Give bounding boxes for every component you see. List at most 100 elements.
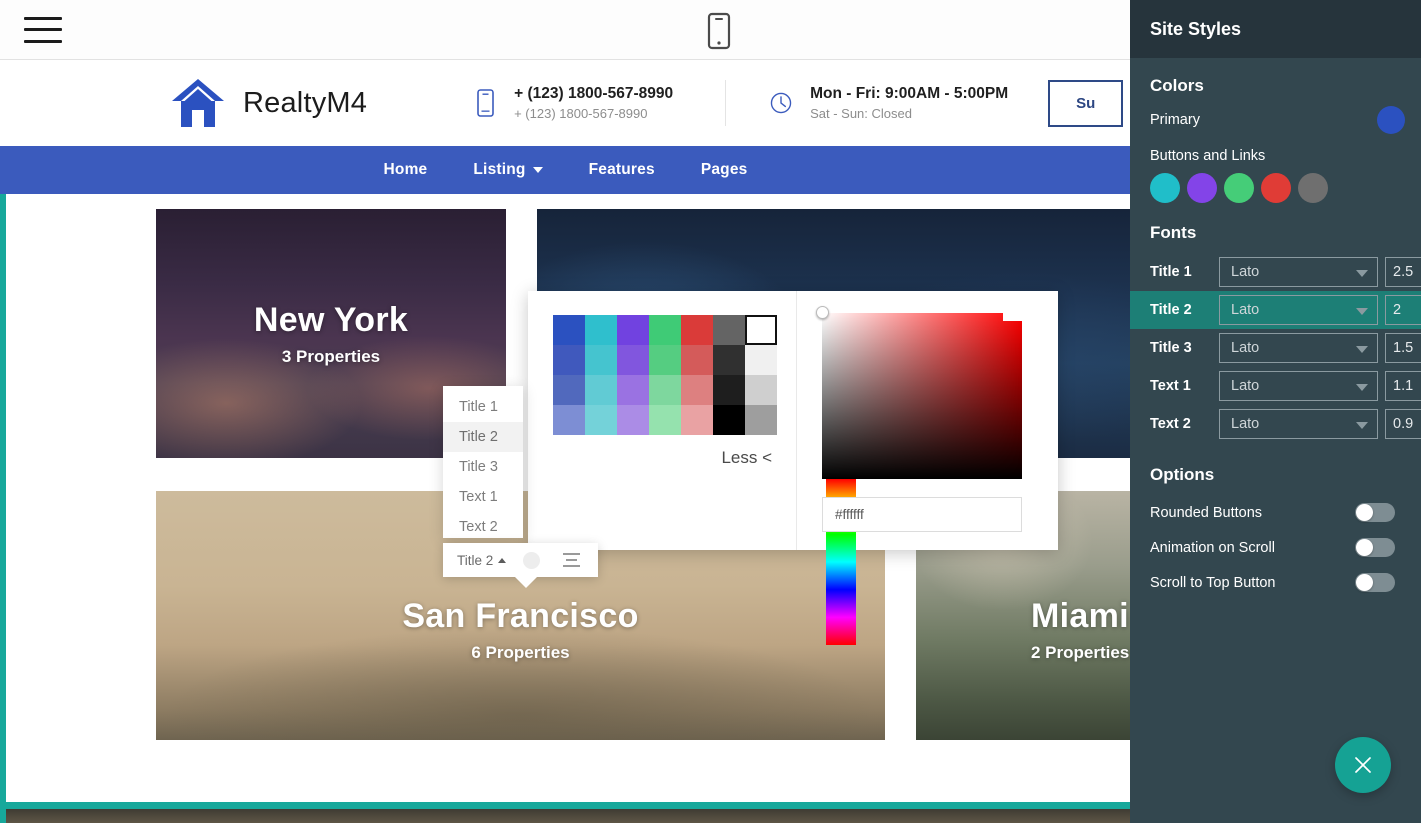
logo-area[interactable]: RealtyM4 bbox=[170, 77, 367, 129]
color-swatch[interactable] bbox=[713, 375, 745, 405]
close-panel-button[interactable] bbox=[1335, 737, 1391, 793]
color-swatch[interactable] bbox=[649, 375, 681, 405]
saturation-handle[interactable] bbox=[816, 306, 829, 319]
primary-color-row[interactable]: Primary bbox=[1150, 106, 1401, 134]
color-picker-popup[interactable]: Less < bbox=[528, 291, 1058, 550]
font-size-value: 2.5 bbox=[1393, 264, 1413, 280]
option-scroll-to-top[interactable]: Scroll to Top Button bbox=[1150, 565, 1401, 600]
site-header: RealtyM4 + (123) 1800-567-8990 + (123) 1… bbox=[0, 61, 1131, 145]
dropdown-item-title-3[interactable]: Title 3 bbox=[443, 452, 523, 482]
color-swatch-grid[interactable] bbox=[553, 315, 796, 435]
less-toggle[interactable]: Less < bbox=[721, 448, 772, 468]
hamburger-menu-icon[interactable] bbox=[24, 17, 62, 43]
color-swatch[interactable] bbox=[745, 405, 777, 435]
color-swatch[interactable] bbox=[713, 345, 745, 375]
rounded-buttons-toggle[interactable] bbox=[1355, 503, 1395, 522]
button-color-swatch[interactable] bbox=[1187, 173, 1217, 203]
color-swatch[interactable] bbox=[553, 375, 585, 405]
font-family-select[interactable]: Lato bbox=[1219, 409, 1378, 439]
color-swatch[interactable] bbox=[745, 375, 777, 405]
site-nav: Home Listing Features Pages bbox=[0, 146, 1131, 194]
text-align-icon[interactable] bbox=[563, 553, 580, 567]
scroll-to-top-toggle[interactable] bbox=[1355, 573, 1395, 592]
mobile-device-icon[interactable] bbox=[706, 12, 732, 50]
font-size-input[interactable]: 2.5 bbox=[1385, 257, 1421, 287]
font-size-input[interactable]: 0.9 bbox=[1385, 409, 1421, 439]
color-swatch[interactable] bbox=[681, 375, 713, 405]
option-animation-on-scroll[interactable]: Animation on Scroll bbox=[1150, 530, 1401, 565]
color-swatch[interactable] bbox=[553, 315, 585, 345]
font-row-title-2[interactable]: Title 2 Lato 2 bbox=[1130, 291, 1421, 329]
option-rounded-buttons[interactable]: Rounded Buttons bbox=[1150, 495, 1401, 530]
color-swatch[interactable] bbox=[713, 315, 745, 345]
color-dot-icon[interactable] bbox=[523, 552, 540, 569]
font-row-title-1[interactable]: Title 1 Lato 2.5 bbox=[1130, 253, 1421, 291]
dropdown-item-title-1[interactable]: Title 1 bbox=[443, 392, 523, 422]
color-swatch[interactable] bbox=[617, 405, 649, 435]
button-color-swatch[interactable] bbox=[1224, 173, 1254, 203]
nav-item-pages[interactable]: Pages bbox=[701, 161, 748, 179]
button-color-swatch[interactable] bbox=[1298, 173, 1328, 203]
clock-icon bbox=[768, 88, 794, 118]
animation-on-scroll-toggle[interactable] bbox=[1355, 538, 1395, 557]
nav-item-home[interactable]: Home bbox=[384, 161, 428, 179]
chevron-down-icon bbox=[1356, 308, 1368, 315]
button-color-swatch[interactable] bbox=[1261, 173, 1291, 203]
color-swatch[interactable] bbox=[713, 405, 745, 435]
button-color-swatch[interactable] bbox=[1150, 173, 1180, 203]
color-swatch[interactable] bbox=[553, 345, 585, 375]
color-swatch[interactable] bbox=[681, 345, 713, 375]
fonts-heading: Fonts bbox=[1150, 223, 1401, 243]
nav-item-listing[interactable]: Listing bbox=[473, 161, 542, 179]
color-swatch[interactable] bbox=[585, 345, 617, 375]
font-row-title-3[interactable]: Title 3 Lato 1.5 bbox=[1130, 329, 1421, 367]
dropdown-item-text-2[interactable]: Text 2 bbox=[443, 512, 523, 542]
color-swatch[interactable] bbox=[649, 315, 681, 345]
dropdown-item-text-1[interactable]: Text 1 bbox=[443, 482, 523, 512]
font-family-select[interactable]: Lato bbox=[1219, 371, 1378, 401]
city-property-count: 6 Properties bbox=[156, 643, 885, 663]
font-row-text-1[interactable]: Text 1 Lato 1.1 bbox=[1130, 367, 1421, 405]
color-swatch[interactable] bbox=[585, 375, 617, 405]
button-color-swatches[interactable] bbox=[1150, 173, 1401, 203]
color-swatch[interactable] bbox=[649, 405, 681, 435]
color-swatch[interactable] bbox=[617, 315, 649, 345]
saturation-area[interactable] bbox=[822, 313, 1022, 479]
color-swatch[interactable] bbox=[585, 405, 617, 435]
font-size-input[interactable]: 1.1 bbox=[1385, 371, 1421, 401]
primary-color-swatch[interactable] bbox=[1377, 106, 1405, 134]
color-swatch[interactable] bbox=[681, 315, 713, 345]
color-swatch[interactable] bbox=[585, 315, 617, 345]
color-swatch[interactable] bbox=[649, 345, 681, 375]
city-name: Miami bbox=[1031, 597, 1131, 636]
chevron-down-icon bbox=[1356, 422, 1368, 429]
color-swatch[interactable] bbox=[745, 315, 777, 345]
color-swatch[interactable] bbox=[617, 345, 649, 375]
font-row-text-2[interactable]: Text 2 Lato 0.9 bbox=[1130, 405, 1421, 443]
color-swatch[interactable] bbox=[553, 405, 585, 435]
text-style-dropdown[interactable]: Title 1 Title 2 Title 3 Text 1 Text 2 bbox=[443, 386, 523, 538]
buttons-links-label: Buttons and Links bbox=[1150, 148, 1401, 164]
font-family-select[interactable]: Lato bbox=[1219, 333, 1378, 363]
color-swatch[interactable] bbox=[617, 375, 649, 405]
chevron-down-icon bbox=[533, 167, 543, 173]
subscribe-button[interactable]: Su bbox=[1048, 80, 1123, 127]
font-row-label: Title 2 bbox=[1150, 302, 1212, 318]
hours-block: Mon - Fri: 9:00AM - 5:00PM Sat - Sun: Cl… bbox=[768, 83, 1008, 123]
site-styles-sidebar: Site Styles Colors Primary Buttons and L… bbox=[1130, 0, 1421, 823]
font-size-input[interactable]: 2 bbox=[1385, 295, 1421, 325]
hex-color-input[interactable] bbox=[822, 497, 1022, 532]
font-family-value: Lato bbox=[1231, 340, 1259, 356]
color-swatch[interactable] bbox=[681, 405, 713, 435]
style-selector[interactable]: Title 2 bbox=[457, 553, 506, 568]
font-family-select[interactable]: Lato bbox=[1219, 257, 1378, 287]
saturation-gradient[interactable] bbox=[822, 313, 1022, 479]
color-swatch[interactable] bbox=[745, 345, 777, 375]
chevron-down-icon bbox=[1356, 270, 1368, 277]
font-size-input[interactable]: 1.5 bbox=[1385, 333, 1421, 363]
city-property-count: 2 Properties bbox=[1031, 643, 1131, 663]
inline-text-toolbar[interactable]: Title 2 bbox=[443, 543, 598, 577]
font-family-select[interactable]: Lato bbox=[1219, 295, 1378, 325]
dropdown-item-title-2[interactable]: Title 2 bbox=[443, 422, 523, 452]
nav-item-features[interactable]: Features bbox=[589, 161, 655, 179]
